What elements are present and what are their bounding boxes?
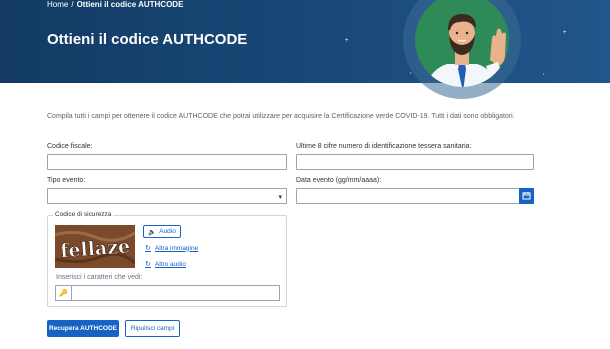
sparkle-icon: + <box>345 38 349 44</box>
breadcrumb-separator: / <box>71 0 74 9</box>
sparkle-icon: + <box>563 30 567 36</box>
calendar-icon <box>522 192 531 200</box>
audio-label: Audio <box>159 228 176 235</box>
other-image-link[interactable]: ↻ Altra immagine <box>145 244 199 253</box>
calendar-button[interactable] <box>519 188 534 204</box>
key-icon: 🔑 <box>55 285 71 301</box>
tipo-evento-select[interactable]: ▾ <box>47 188 287 204</box>
avatar-illustration <box>402 0 522 120</box>
page-title: Ottieni il codice AUTHCODE <box>47 31 248 48</box>
other-image-label: Altra immagine <box>154 244 199 252</box>
breadcrumb: Home / Ottieni il codice AUTHCODE <box>47 0 183 9</box>
intro-text: Compila tutti i campi per ottenere il co… <box>47 113 515 120</box>
breadcrumb-current: Ottieni il codice AUTHCODE <box>76 0 184 9</box>
sparkle-icon: • <box>543 71 545 76</box>
tipo-evento-label: Tipo evento: <box>47 177 86 184</box>
captcha-input-label: Inserisci i caratteri che vedi: <box>56 274 143 281</box>
other-audio-label: Altro audio <box>154 260 186 268</box>
other-audio-link[interactable]: ↻ Altro audio <box>145 260 186 269</box>
data-evento-label: Data evento (gg/mm/aaaa): <box>296 177 382 184</box>
tessera-input[interactable] <box>296 154 534 170</box>
captcha-image: fellaze <box>55 225 135 268</box>
tessera-label: Ultime 8 cifre numero di identificazione… <box>296 143 472 150</box>
captcha-input[interactable] <box>71 285 280 301</box>
speaker-icon: 🔈 <box>148 228 157 236</box>
data-evento-input[interactable] <box>296 188 520 204</box>
reset-button[interactable]: Ripulisci campi <box>125 320 180 337</box>
refresh-icon: ↻ <box>145 261 151 268</box>
chevron-down-icon: ▾ <box>278 194 282 201</box>
breadcrumb-home[interactable]: Home <box>47 0 68 9</box>
refresh-icon: ↻ <box>145 245 151 252</box>
submit-button[interactable]: Recupera AUTHCODE <box>47 320 119 337</box>
captcha-audio-button[interactable]: 🔈 Audio <box>143 225 181 238</box>
codice-fiscale-label: Codice fiscale: <box>47 143 93 150</box>
captcha-legend: Codice di sicurezza <box>53 211 114 218</box>
codice-fiscale-input[interactable] <box>47 154 287 170</box>
